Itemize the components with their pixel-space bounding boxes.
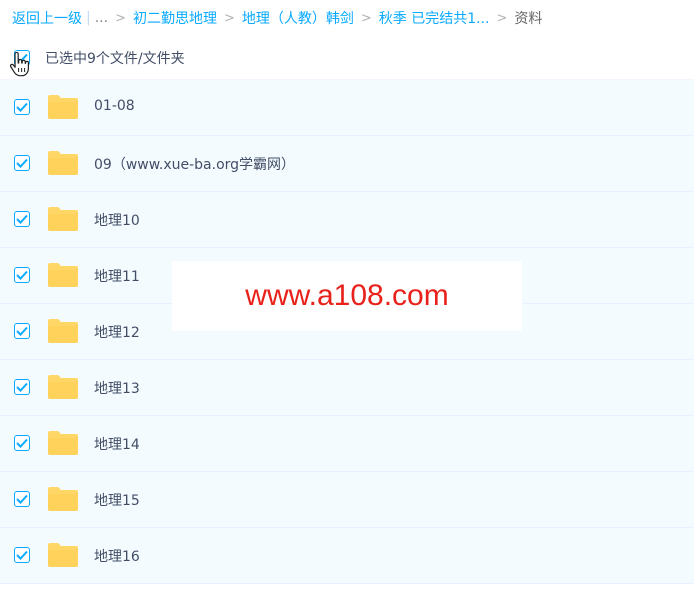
folder-name[interactable]: 地理12 bbox=[94, 322, 140, 342]
row-checkbox[interactable] bbox=[14, 435, 30, 451]
row-checkbox[interactable] bbox=[14, 99, 30, 115]
checkbox-checked-icon bbox=[16, 102, 28, 112]
folder-name[interactable]: 地理11 bbox=[94, 266, 140, 286]
folder-name[interactable]: 地理16 bbox=[94, 546, 140, 566]
folder-icon bbox=[48, 431, 78, 455]
checkbox-checked-icon bbox=[16, 158, 28, 168]
list-item[interactable]: 地理13 bbox=[0, 360, 694, 416]
file-list: 01-08 09（www.xue-ba.org学霸网） 地理10 地理11 地理… bbox=[0, 80, 694, 584]
folder-icon bbox=[48, 263, 78, 287]
folder-icon bbox=[48, 95, 78, 119]
chevron-right-icon: > bbox=[115, 10, 126, 26]
checkbox-checked-icon bbox=[16, 494, 28, 504]
folder-name[interactable]: 地理10 bbox=[94, 210, 140, 230]
folder-name[interactable]: 地理15 bbox=[94, 490, 140, 510]
checkbox-checked-icon bbox=[16, 550, 28, 560]
breadcrumb-item-course[interactable]: 地理（人教）韩剑 bbox=[242, 8, 354, 28]
folder-icon bbox=[48, 207, 78, 231]
list-item[interactable]: 地理14 bbox=[0, 416, 694, 472]
list-item[interactable]: 01-08 bbox=[0, 80, 694, 136]
breadcrumb-item-grade[interactable]: 初二勤思地理 bbox=[133, 8, 217, 28]
watermark-overlay: www.a108.com bbox=[172, 261, 522, 331]
chevron-right-icon: > bbox=[360, 10, 372, 26]
checkbox-checked-icon bbox=[16, 214, 28, 224]
folder-icon bbox=[48, 375, 78, 399]
list-item[interactable]: 地理10 bbox=[0, 192, 694, 248]
folder-name[interactable]: 地理14 bbox=[94, 434, 140, 454]
list-item[interactable]: 地理15 bbox=[0, 472, 694, 528]
breadcrumb: 返回上一级 | ... > 初二勤思地理 > 地理（人教）韩剑 > 秋季 已完结… bbox=[0, 0, 694, 36]
folder-icon bbox=[48, 151, 78, 175]
folder-icon bbox=[48, 543, 78, 567]
folder-name[interactable]: 09（www.xue-ba.org学霸网） bbox=[94, 154, 295, 174]
row-checkbox[interactable] bbox=[14, 379, 30, 395]
folder-name[interactable]: 01-08 bbox=[94, 98, 135, 114]
checkbox-checked-icon bbox=[16, 382, 28, 392]
selection-count-text: 已选中9个文件/文件夹 bbox=[45, 51, 185, 67]
row-checkbox[interactable] bbox=[14, 323, 30, 339]
row-checkbox[interactable] bbox=[14, 491, 30, 507]
row-checkbox[interactable] bbox=[14, 211, 30, 227]
checkbox-checked-icon bbox=[16, 438, 28, 448]
folder-name[interactable]: 地理13 bbox=[94, 378, 140, 398]
hand-cursor-icon bbox=[9, 52, 29, 77]
breadcrumb-item-term[interactable]: 秋季 已完结共1... bbox=[379, 8, 490, 28]
chevron-right-icon: > bbox=[223, 10, 235, 26]
row-checkbox[interactable] bbox=[14, 155, 30, 171]
breadcrumb-current: 资料 bbox=[514, 11, 543, 27]
chevron-right-icon: > bbox=[496, 10, 508, 26]
folder-icon bbox=[48, 487, 78, 511]
breadcrumb-divider: | bbox=[86, 10, 91, 26]
back-link[interactable]: 返回上一级 bbox=[12, 8, 82, 28]
list-item[interactable]: 09（www.xue-ba.org学霸网） bbox=[0, 136, 694, 192]
checkbox-checked-icon bbox=[16, 270, 28, 280]
list-item[interactable]: 地理16 bbox=[0, 528, 694, 584]
row-checkbox[interactable] bbox=[14, 547, 30, 563]
list-header: 已选中9个文件/文件夹 bbox=[0, 36, 694, 80]
row-checkbox[interactable] bbox=[14, 267, 30, 283]
checkbox-checked-icon bbox=[16, 326, 28, 336]
breadcrumb-ellipsis[interactable]: ... bbox=[95, 10, 108, 26]
folder-icon bbox=[48, 319, 78, 343]
